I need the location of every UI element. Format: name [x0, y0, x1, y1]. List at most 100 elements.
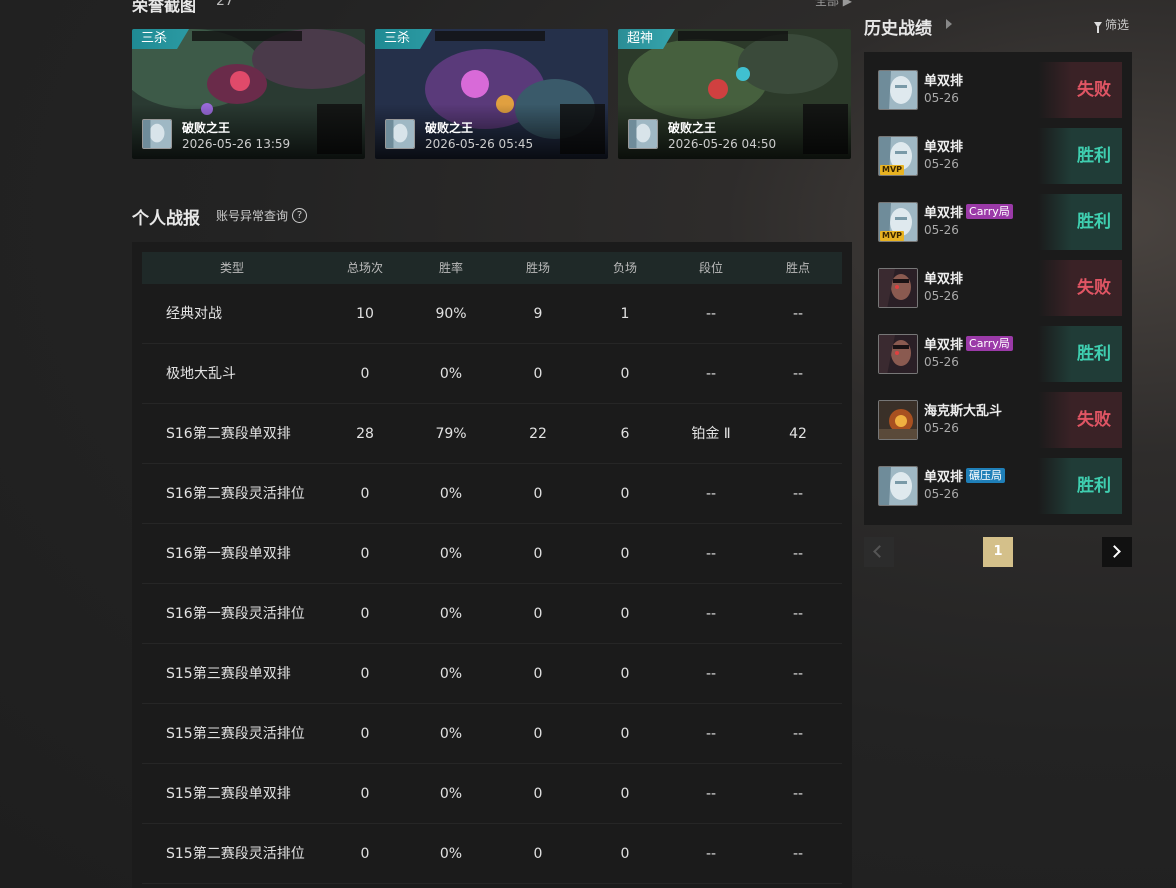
next-page-button[interactable] — [1102, 537, 1132, 567]
table-cell: 0 — [533, 726, 543, 742]
match-item[interactable]: MVP 单双排 05-26 胜利 — [878, 128, 1122, 184]
champion-avatar — [878, 466, 918, 506]
match-mode-label: 单双排 — [924, 338, 964, 353]
table-cell: -- — [705, 606, 717, 622]
match-mode: 单双排 Carry局 — [924, 334, 1013, 353]
match-item[interactable]: MVP 单双排 Carry局 05-26 胜利 — [878, 194, 1122, 250]
history-title[interactable]: 历史战绩 — [864, 14, 932, 39]
match-date: 05-26 — [924, 487, 959, 501]
table-cell: 极地大乱斗 — [166, 366, 236, 382]
table-cell: S15第二赛段灵活排位 — [166, 846, 305, 862]
account-query-label: 账号异常查询 — [216, 209, 289, 223]
match-mode: 单双排 碾压局 — [924, 466, 1006, 485]
match-item[interactable]: 单双排 05-26 失败 — [878, 62, 1122, 118]
pagination: 1 — [864, 537, 1132, 567]
table-cell: S16第一赛段灵活排位 — [166, 606, 305, 622]
match-mode-label: 单双排 — [924, 470, 964, 485]
page-number-button[interactable]: 1 — [983, 537, 1013, 567]
match-item[interactable]: 海克斯大乱斗 05-26 失败 — [878, 392, 1122, 448]
match-result: 胜利 — [1038, 128, 1122, 184]
table-cell: -- — [792, 486, 804, 502]
table-cell: -- — [705, 306, 717, 322]
table-cell: -- — [792, 366, 804, 382]
table-cell: -- — [792, 726, 804, 742]
funnel-icon — [1094, 21, 1102, 33]
table-row: S15第二赛段灵活排位 0 0% 0 0 -- -- — [142, 824, 842, 884]
table-cell: S15第二赛段单双排 — [166, 786, 291, 802]
match-item[interactable]: 单双排 05-26 失败 — [878, 260, 1122, 316]
history-arrow-icon[interactable] — [946, 19, 952, 29]
screenshot-card[interactable]: 超神 破败之王 2026-05-26 04:50 — [618, 29, 851, 159]
table-cell: -- — [705, 486, 717, 502]
table-cell: -- — [792, 606, 804, 622]
honor-header: 荣誉截图 27 全部 ▶ — [132, 0, 852, 15]
table-cell: 0 — [533, 546, 543, 562]
table-cell: -- — [705, 846, 717, 862]
match-result: 失败 — [1038, 392, 1122, 448]
table-cell: S16第二赛段单双排 — [166, 426, 291, 442]
champion-avatar — [878, 334, 918, 374]
table-cell: 1 — [620, 306, 630, 322]
filter-button[interactable]: 筛选 — [1094, 16, 1129, 33]
table-cell: S16第一赛段单双排 — [166, 546, 291, 562]
help-icon[interactable]: ? — [292, 208, 308, 223]
player-name: 破败之王 — [425, 121, 474, 135]
honor-all-link[interactable]: 全部 ▶ — [815, 0, 852, 9]
account-query-link[interactable]: 账号异常查询 ? — [216, 207, 308, 224]
match-item[interactable]: 单双排 碾压局 05-26 胜利 — [878, 458, 1122, 514]
filter-label: 筛选 — [1105, 18, 1130, 32]
table-cell: -- — [705, 726, 717, 742]
champion-avatar: MVP — [878, 202, 918, 242]
match-mode-label: 单双排 — [924, 140, 964, 155]
table-cell: 0 — [360, 366, 370, 382]
table-row: S16第一赛段单双排 0 0% 0 0 -- -- — [142, 524, 842, 584]
match-mode: 单双排 — [924, 136, 963, 155]
table-cell: 0 — [360, 846, 370, 862]
match-item[interactable]: 单双排 Carry局 05-26 胜利 — [878, 326, 1122, 382]
table-cell: 0 — [620, 486, 630, 502]
column-header: 负场 — [612, 261, 637, 275]
match-date: 05-26 — [924, 157, 959, 171]
table-cell: 0 — [620, 666, 630, 682]
stats-table: 类型 总场次 胜率 胜场 负场 段位 胜点 经典对战 10 90% 9 1 -- -- 极地大… — [132, 242, 852, 888]
table-cell: -- — [792, 546, 804, 562]
screenshot-card[interactable]: 三杀 破败之王 2026-05-26 13:59 — [132, 29, 365, 159]
table-cell: 0 — [533, 366, 543, 382]
table-cell: 0 — [360, 726, 370, 742]
player-name: 破败之王 — [182, 121, 231, 135]
table-cell: -- — [792, 846, 804, 862]
table-cell: 0 — [533, 486, 543, 502]
player-name: 破败之王 — [668, 121, 717, 135]
prev-page-button[interactable] — [864, 537, 894, 567]
table-cell: S16第二赛段灵活排位 — [166, 486, 305, 502]
match-result: 胜利 — [1038, 194, 1122, 250]
table-cell: 0 — [360, 666, 370, 682]
stats-title: 个人战报 — [132, 209, 200, 229]
screenshot-card[interactable]: 三杀 破败之王 2026-05-26 05:45 — [375, 29, 608, 159]
match-mode-label: 单双排 — [924, 206, 964, 221]
champion-avatar — [878, 268, 918, 308]
table-cell: 0% — [439, 366, 463, 382]
match-tag: Carry局 — [966, 336, 1013, 351]
screenshot-time: 2026-05-26 05:45 — [425, 137, 534, 151]
table-cell: 0 — [620, 786, 630, 802]
table-cell: 0 — [533, 786, 543, 802]
table-cell: -- — [705, 786, 717, 802]
champion-avatar: MVP — [878, 136, 918, 176]
table-cell: 0 — [360, 546, 370, 562]
table-row: S16第二赛段灵活排位 0 0% 0 0 -- -- — [142, 464, 842, 524]
table-cell: 0 — [620, 366, 630, 382]
match-tag: Carry局 — [966, 204, 1013, 219]
table-cell: 42 — [789, 426, 807, 442]
table-cell: 0 — [360, 606, 370, 622]
column-header: 胜场 — [525, 261, 550, 275]
screenshot-time: 2026-05-26 04:50 — [668, 137, 777, 151]
table-cell: -- — [705, 666, 717, 682]
champion-avatar — [878, 400, 918, 440]
table-cell: 0 — [533, 846, 543, 862]
table-cell: 0% — [439, 726, 463, 742]
table-cell: 0% — [439, 546, 463, 562]
table-cell: -- — [792, 786, 804, 802]
table-row: S16第一赛段灵活排位 0 0% 0 0 -- -- — [142, 584, 842, 644]
honor-screenshots: 三杀 破败之王 2026-05-26 13:59 三杀 破败之王 2026-05… — [132, 29, 852, 159]
